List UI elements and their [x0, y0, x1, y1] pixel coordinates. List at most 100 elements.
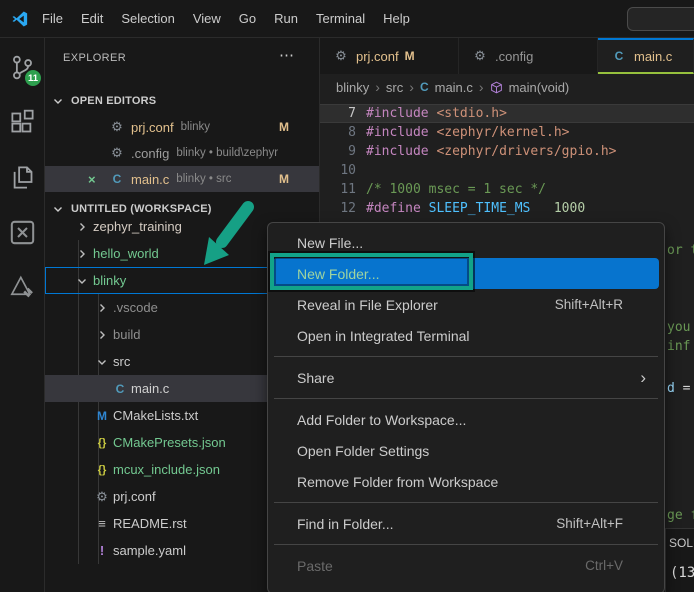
menu-selection[interactable]: Selection [112, 7, 183, 30]
menu-item-label: Remove Folder from Workspace [297, 474, 498, 490]
duplicate-pages-icon [9, 164, 36, 191]
tab-label: main.c [634, 49, 672, 64]
menu-view[interactable]: View [184, 7, 230, 30]
menu-item-label: Find in Folder... [297, 516, 394, 532]
tree-item-label: blinky [93, 273, 126, 288]
submenu-arrow-icon: › [640, 369, 646, 386]
activity-duplicate-pages[interactable] [6, 161, 38, 193]
debug-console-tab-fragment[interactable]: SOLE [669, 536, 694, 550]
chevron-right-icon [96, 329, 108, 341]
menu-run[interactable]: Run [265, 7, 307, 30]
twistie[interactable] [73, 221, 91, 233]
code-line-8: 8#include <zephyr/kernel.h> [320, 123, 694, 142]
ctx-item-open-folder-settings[interactable]: Open Folder Settings [273, 435, 659, 466]
breadcrumb-separator-icon: › [375, 79, 380, 95]
activity-source-control[interactable]: 11 [6, 51, 38, 83]
menu-edit[interactable]: Edit [72, 7, 112, 30]
ctx-item-reveal-in-file-explorer[interactable]: Reveal in File Explorer Shift+Alt+R [273, 289, 659, 320]
line-number: 8 [320, 123, 356, 142]
ctx-item-add-folder-to-workspace[interactable]: Add Folder to Workspace... [273, 404, 659, 435]
annotation-highlight-box [270, 253, 473, 290]
code-line-10: 10 [320, 161, 694, 180]
activity-triangle-tool[interactable] [6, 271, 38, 303]
tree-item-label: CMakePresets.json [113, 435, 226, 450]
breadcrumb-separator-icon: › [409, 79, 414, 95]
menu-go[interactable]: Go [230, 7, 265, 30]
menu-terminal[interactable]: Terminal [307, 7, 374, 30]
code-fragment: inf [667, 337, 690, 356]
editor-tabbar: ⚙prj.confM⚙.configCmain.c [320, 38, 694, 74]
breadcrumb-item-main-c[interactable]: main.c [435, 80, 473, 95]
panel-output-fragment: (13 [670, 565, 694, 581]
code-fragment: ge f [667, 506, 694, 525]
chevron-right-icon [76, 221, 88, 233]
json-icon: {} [93, 464, 111, 476]
annotation-arrow-icon [196, 199, 258, 271]
tree-item-label: src [113, 354, 130, 369]
breadcrumb-item-main-void[interactable]: main(void) [509, 80, 570, 95]
tab-label: prj.conf [356, 49, 399, 64]
menu-item-label: Paste [297, 558, 333, 574]
tab-prj-conf[interactable]: ⚙prj.confM [320, 38, 459, 74]
menu-item-shortcut: Shift+Alt+F [556, 516, 623, 531]
menu-item-label: Open in Integrated Terminal [297, 328, 470, 344]
menu-bar: FileEditSelectionViewGoRunTerminalHelp [33, 7, 419, 30]
tree-item-label: mcux_include.json [113, 462, 220, 477]
symbol-cube-icon [490, 81, 503, 94]
code-line-12: 12#define SLEEP_TIME_MS 1000 [320, 199, 694, 218]
activity-bar: 11 [0, 38, 45, 592]
tree-item-label: prj.conf [113, 489, 156, 504]
code-line-text: #include <stdio.h> [366, 104, 507, 123]
twistie[interactable] [93, 329, 111, 341]
line-number: 9 [320, 142, 356, 161]
twistie[interactable] [93, 356, 111, 368]
twistie[interactable] [93, 302, 111, 314]
ctx-item-open-in-integrated-terminal[interactable]: Open in Integrated Terminal [273, 320, 659, 351]
vscode-window: FileEditSelectionViewGoRunTerminalHelp ←… [0, 0, 694, 592]
tree-item-label: README.rst [113, 516, 187, 531]
ctx-item-share[interactable]: Share › [273, 362, 659, 393]
bottom-panel: SOLE (13 [665, 528, 694, 592]
line-number: 11 [320, 180, 356, 199]
activity-x-tool[interactable] [6, 216, 38, 248]
activity-extensions[interactable] [6, 106, 38, 138]
code-line-9: 9#include <zephyr/drivers/gpio.h> [320, 142, 694, 161]
twistie[interactable] [73, 248, 91, 260]
menu-separator [274, 544, 658, 545]
ctx-item-find-in-folder[interactable]: Find in Folder... Shift+Alt+F [273, 508, 659, 539]
cmake-icon: M [93, 409, 111, 423]
menu-item-shortcut: Shift+Alt+R [555, 297, 623, 312]
c-file-icon: C [610, 49, 628, 63]
tab-config[interactable]: ⚙.config [459, 38, 598, 74]
menu-help[interactable]: Help [374, 7, 419, 30]
gear-icon: ⚙ [471, 48, 489, 64]
menu-file[interactable]: File [33, 7, 72, 30]
menu-separator [274, 356, 658, 357]
menu-item-label: New File... [297, 235, 363, 251]
code-line-7: 7#include <stdio.h> [320, 104, 694, 123]
menu-item-label: Reveal in File Explorer [297, 297, 438, 313]
source-control-badge: 11 [25, 70, 41, 86]
menu-item-label: Share [297, 370, 334, 386]
menu-item-shortcut: Ctrl+V [585, 558, 623, 573]
breadcrumb: blinky›src›Cmain.c›main(void) [320, 74, 694, 100]
gear-icon: ⚙ [332, 48, 350, 64]
twistie[interactable] [73, 275, 91, 287]
yaml-icon: ! [93, 543, 111, 558]
line-number: 12 [320, 199, 356, 218]
tree-item-label: sample.yaml [113, 543, 186, 558]
menu-item-label: Open Folder Settings [297, 443, 429, 459]
breadcrumb-item-src[interactable]: src [386, 80, 403, 95]
code-line-11: 11/* 1000 msec = 1 sec */ [320, 180, 694, 199]
chevron-right-icon [96, 302, 108, 314]
tab-main-c[interactable]: Cmain.c [598, 38, 694, 74]
breadcrumb-item-blinky[interactable]: blinky [336, 80, 369, 95]
vscode-logo-icon [11, 10, 29, 28]
rst-icon: ≡ [93, 516, 111, 531]
ctx-item-remove-folder-from-workspace[interactable]: Remove Folder from Workspace [273, 466, 659, 497]
ctx-item-paste: Paste Ctrl+V [273, 550, 659, 581]
gear-icon: ⚙ [93, 489, 111, 505]
command-center-searchbox[interactable] [627, 7, 694, 31]
tree-item-label: CMakeLists.txt [113, 408, 198, 423]
chevron-down-icon [76, 275, 88, 287]
